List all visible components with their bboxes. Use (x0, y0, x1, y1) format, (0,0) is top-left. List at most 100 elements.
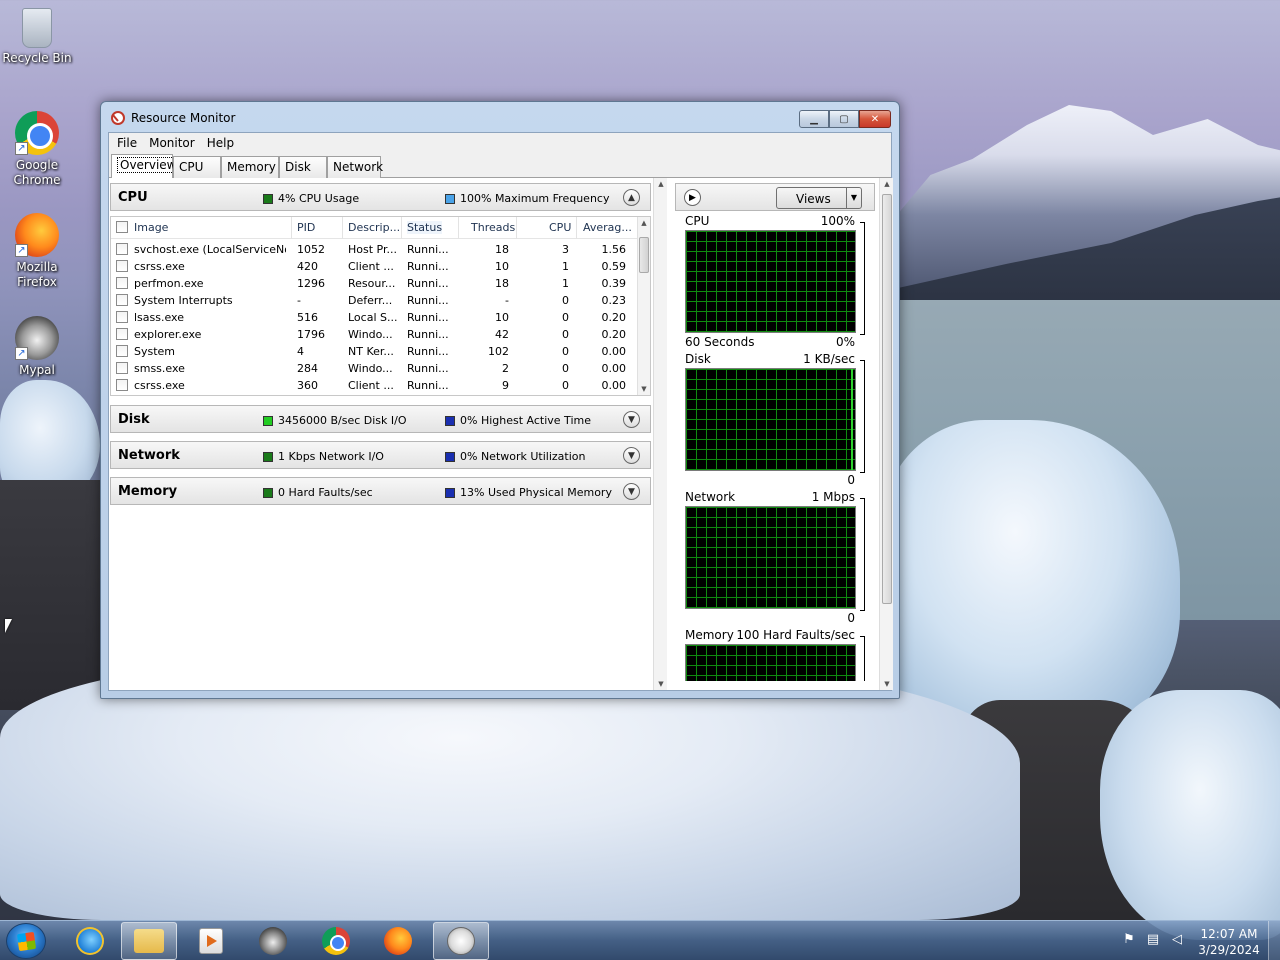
table-row[interactable]: perfmon.exe 1296 Resour... Runni... 18 1 0.39 (111, 275, 637, 292)
disk-io-legend: 3456000 B/sec Disk I/O (263, 414, 407, 427)
legend-swatch (445, 415, 455, 426)
row-checkbox[interactable] (116, 379, 128, 391)
menu-monitor[interactable]: Monitor (143, 136, 201, 150)
legend-text: 4% CPU Usage (278, 192, 360, 205)
scroll-thumb[interactable] (639, 237, 649, 273)
graph-title: Disk (685, 352, 711, 366)
cell-cpu: 0 (562, 294, 569, 307)
row-checkbox[interactable] (116, 277, 128, 289)
action-center-flag-icon[interactable]: ⚑ (1120, 931, 1138, 949)
menu-help[interactable]: Help (201, 136, 240, 150)
table-row[interactable]: lsass.exe 516 Local S... Runni... 10 0 0.20 (111, 309, 637, 326)
window-title: Resource Monitor (131, 111, 236, 125)
desktop-icon-recycle-bin[interactable]: Recycle Bin (1, 8, 73, 66)
tab-disk[interactable]: Disk (279, 156, 327, 178)
section-title: Network (118, 448, 180, 463)
network-icon[interactable]: ▤ (1144, 931, 1162, 949)
scroll-down-arrow-icon[interactable]: ▼ (638, 385, 650, 393)
left-pane-scrollbar[interactable]: ▲ ▼ (653, 178, 667, 690)
row-checkbox[interactable] (116, 260, 128, 272)
taskbar-mypal[interactable] (245, 922, 301, 960)
start-button[interactable] (6, 923, 46, 959)
row-checkbox[interactable] (116, 294, 128, 306)
select-all-checkbox[interactable] (116, 221, 128, 233)
taskbar-firefox[interactable] (370, 922, 426, 960)
views-dropdown[interactable]: Views ▼ (776, 187, 862, 209)
scroll-thumb[interactable] (882, 194, 892, 604)
taskbar-resource-monitor[interactable] (433, 922, 489, 960)
desktop-icon-chrome[interactable]: ↗ Google Chrome (1, 111, 73, 188)
windows-logo-icon (16, 931, 37, 952)
cell-pid: 420 (297, 260, 318, 273)
cell-desc: Host Pr... (348, 243, 397, 256)
disk-activity-line (851, 369, 853, 470)
maximize-button[interactable]: ▢ (829, 110, 859, 128)
row-checkbox[interactable] (116, 362, 128, 374)
tab-network[interactable]: Network (327, 156, 383, 178)
cell-image: csrss.exe (134, 379, 185, 392)
row-checkbox[interactable] (116, 311, 128, 323)
column-header-threads[interactable]: Threads (471, 221, 515, 234)
taskbar-internet-explorer[interactable] (62, 922, 118, 960)
menu-file[interactable]: File (111, 136, 143, 150)
tab-memory[interactable]: Memory (221, 156, 279, 178)
scroll-down-arrow-icon[interactable]: ▼ (655, 680, 667, 688)
cpu-section-header[interactable]: CPU 4% CPU Usage 100% Maximum Frequency … (110, 183, 651, 211)
chevron-down-icon[interactable]: ▼ (846, 188, 861, 208)
row-checkbox[interactable] (116, 345, 128, 357)
show-desktop-button[interactable] (1268, 921, 1280, 960)
column-header-image[interactable]: Image (134, 221, 168, 234)
taskbar-clock[interactable]: 12:07 AM 3/29/2024 (1196, 926, 1262, 958)
tab-overview[interactable]: Overview (111, 154, 180, 178)
resource-monitor-window: Resource Monitor ▁ ▢ ✕ File Monitor Help… (100, 101, 900, 699)
legend-swatch (445, 451, 455, 462)
table-scrollbar[interactable]: ▲ ▼ (637, 217, 650, 395)
expand-chevron-down-icon[interactable]: ▼ (623, 483, 640, 500)
cell-status: Runni... (407, 294, 449, 307)
expand-chevron-down-icon[interactable]: ▼ (623, 411, 640, 428)
desktop-icon-firefox[interactable]: ↗ Mozilla Firefox (1, 213, 73, 290)
column-header-average[interactable]: Averag... (583, 221, 632, 234)
column-header-cpu[interactable]: CPU (549, 221, 571, 234)
graph-pane: ▶ Views ▼ CPU 100% 60 Seconds 0% Disk 1 KB/… (675, 183, 875, 690)
row-checkbox[interactable] (116, 243, 128, 255)
firefox-icon: ↗ (15, 213, 59, 257)
scroll-up-arrow-icon[interactable]: ▲ (881, 180, 893, 188)
column-header-status[interactable]: Status (407, 221, 443, 234)
cell-avg: 0.00 (601, 379, 627, 392)
table-row[interactable]: explorer.exe 1796 Windo... Runni... 42 0 0.20 (111, 326, 637, 343)
title-bar[interactable]: Resource Monitor ▁ ▢ ✕ (101, 102, 899, 132)
table-row[interactable]: csrss.exe 360 Client ... Runni... 9 0 0.00 (111, 377, 637, 394)
table-row[interactable]: System Interrupts - Deferr... Runni... - 0 0.2… (111, 292, 637, 309)
resource-monitor-icon (111, 111, 125, 125)
table-row[interactable]: svchost.exe (LocalServiceNo... 1052 Host P… (111, 241, 637, 258)
tab-cpu[interactable]: CPU (173, 156, 221, 178)
table-row[interactable]: smss.exe 284 Windo... Runni... 2 0 0.00 (111, 360, 637, 377)
collapse-chevron-up-icon[interactable]: ▲ (623, 189, 640, 206)
column-header-pid[interactable]: PID (297, 221, 315, 234)
chrome-icon (322, 927, 350, 955)
scroll-down-arrow-icon[interactable]: ▼ (881, 680, 893, 688)
cell-pid: 1796 (297, 328, 325, 341)
network-section-header[interactable]: Network 1 Kbps Network I/O 0% Network Ut… (110, 441, 651, 469)
desktop-icon-mypal[interactable]: ↗ Mypal (1, 316, 73, 378)
volume-muted-icon[interactable]: ◁ (1168, 931, 1186, 949)
minimize-button[interactable]: ▁ (799, 110, 829, 128)
row-checkbox[interactable] (116, 328, 128, 340)
taskbar-file-explorer[interactable] (121, 922, 177, 960)
scroll-up-arrow-icon[interactable]: ▲ (655, 180, 667, 188)
graph-pane-scrollbar[interactable]: ▲ ▼ (879, 178, 893, 690)
chevron-right-icon[interactable]: ▶ (684, 189, 701, 206)
disk-section-header[interactable]: Disk 3456000 B/sec Disk I/O 0% Highest A… (110, 405, 651, 433)
cell-status: Runni... (407, 328, 449, 341)
table-row[interactable]: csrss.exe 420 Client ... Runni... 10 1 0.59 (111, 258, 637, 275)
taskbar-chrome[interactable] (308, 922, 364, 960)
table-row[interactable]: System 4 NT Ker... Runni... 102 0 0.00 (111, 343, 637, 360)
memory-section-header[interactable]: Memory 0 Hard Faults/sec 13% Used Physic… (110, 477, 651, 505)
taskbar-media-player[interactable] (183, 922, 239, 960)
cell-status: Runni... (407, 277, 449, 290)
column-header-description[interactable]: Descrip... (348, 221, 400, 234)
expand-chevron-down-icon[interactable]: ▼ (623, 447, 640, 464)
scroll-up-arrow-icon[interactable]: ▲ (638, 219, 650, 227)
close-button[interactable]: ✕ (859, 110, 891, 128)
